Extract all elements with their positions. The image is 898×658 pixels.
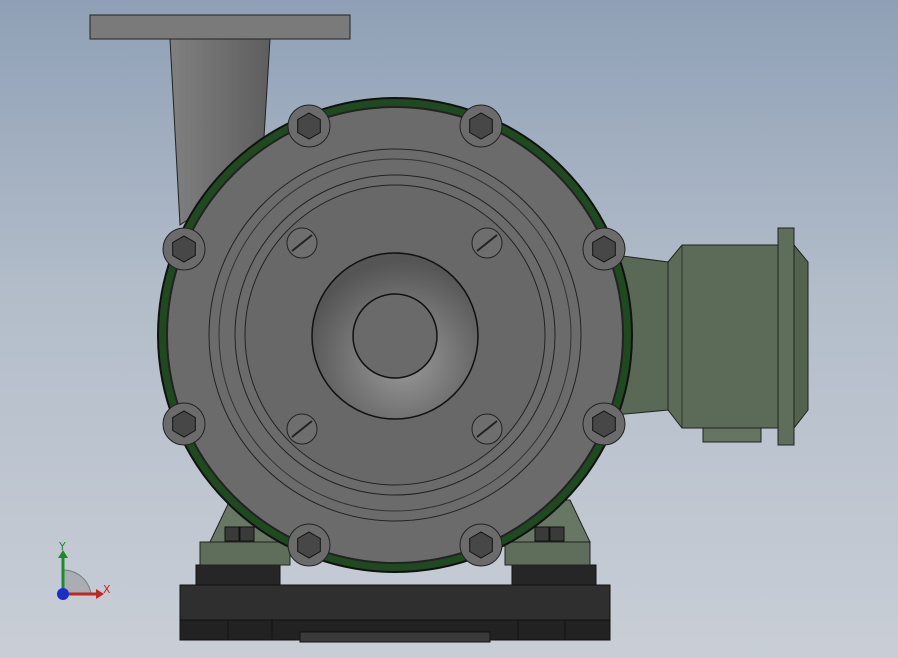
hex-bolt-icon: [582, 402, 626, 446]
hex-bolt-icon: [162, 402, 206, 446]
impeller-boss[interactable]: [311, 252, 479, 420]
x-axis-label: X: [103, 583, 111, 596]
screw-icon: [471, 227, 503, 259]
screw-icon: [471, 413, 503, 445]
base-plate[interactable]: [179, 564, 611, 643]
motor-housing[interactable]: [614, 227, 809, 446]
screw-icon: [286, 227, 318, 259]
hex-bolt-icon: [162, 227, 206, 271]
coordinate-triad[interactable]: X Y: [57, 540, 111, 600]
hex-bolt-icon: [459, 523, 503, 567]
pump-assembly-view[interactable]: X Y: [0, 0, 898, 658]
screw-icon: [286, 413, 318, 445]
cad-viewport[interactable]: X Y: [0, 0, 898, 658]
hex-bolt-icon: [287, 523, 331, 567]
y-axis-label: Y: [58, 540, 66, 553]
hex-bolt-icon: [582, 227, 626, 271]
hex-bolt-icon: [287, 104, 331, 148]
hex-bolt-icon: [459, 104, 503, 148]
